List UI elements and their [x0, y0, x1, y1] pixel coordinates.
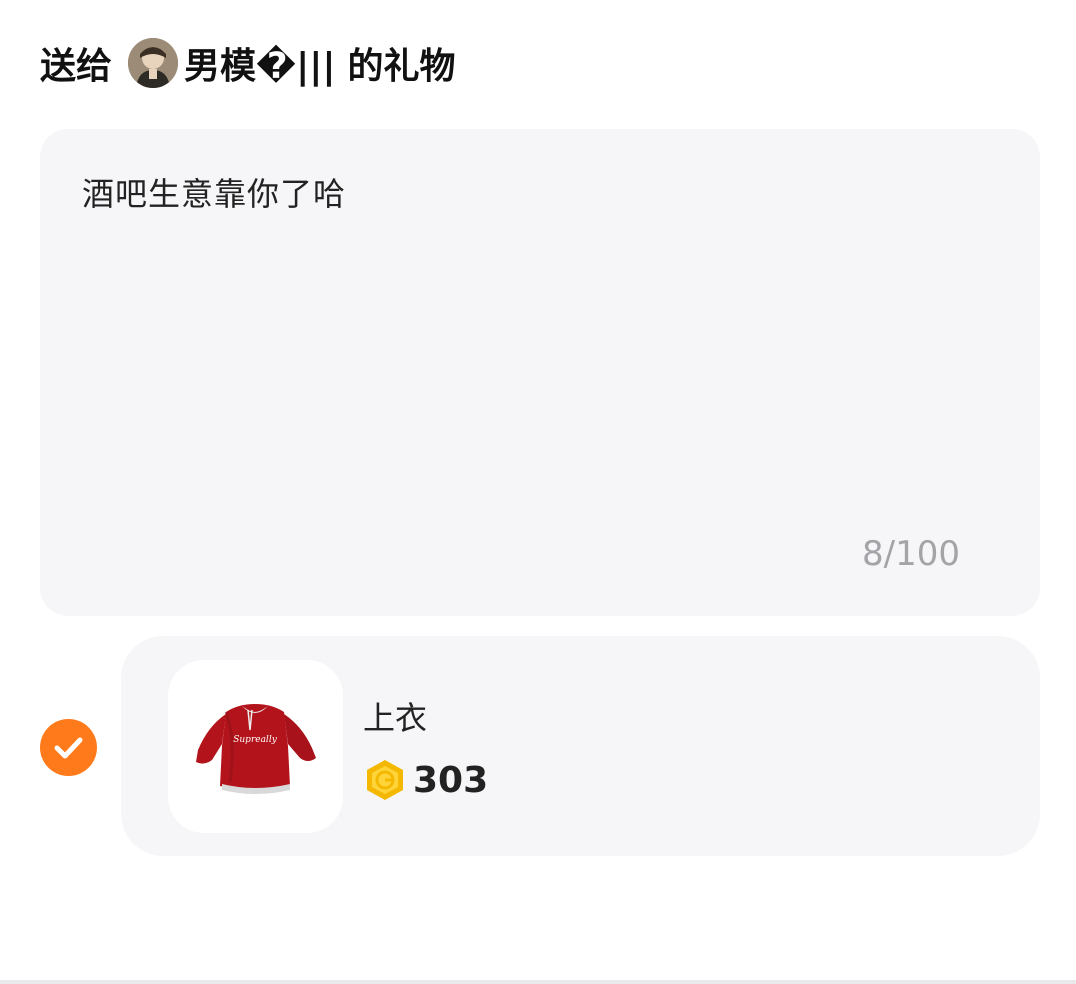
gift-item-card[interactable]: Supreally 上衣 303 [121, 636, 1040, 856]
gift-thumbnail: Supreally [168, 660, 343, 833]
gift-select-checkbox[interactable] [40, 719, 97, 776]
gift-price: 303 [365, 759, 488, 801]
message-input[interactable]: 酒吧生意靠你了哈 8/100 [40, 129, 1040, 616]
recipient-avatar[interactable] [128, 38, 179, 88]
title-prefix: 送给 [40, 46, 113, 87]
price-value: 303 [413, 759, 489, 801]
bottom-divider [0, 980, 1076, 984]
recipient-name: 男模�||| [184, 46, 336, 87]
character-counter: 8/100 [862, 534, 960, 574]
gift-send-screen: 送给 男模�||| 的礼物 酒吧生意靠你了哈 8/100 Supreally 上… [0, 0, 1076, 984]
shirt-print-text: Supreally [233, 735, 277, 745]
title-suffix: 的礼物 [347, 46, 456, 87]
page-title: 送给 男模�||| 的礼物 [40, 36, 456, 90]
coin-icon [367, 760, 403, 800]
checkmark-icon [54, 737, 83, 759]
shirt-image: Supreally [196, 704, 316, 794]
message-text: 酒吧生意靠你了哈 [82, 175, 347, 213]
gift-name: 上衣 [363, 699, 428, 737]
